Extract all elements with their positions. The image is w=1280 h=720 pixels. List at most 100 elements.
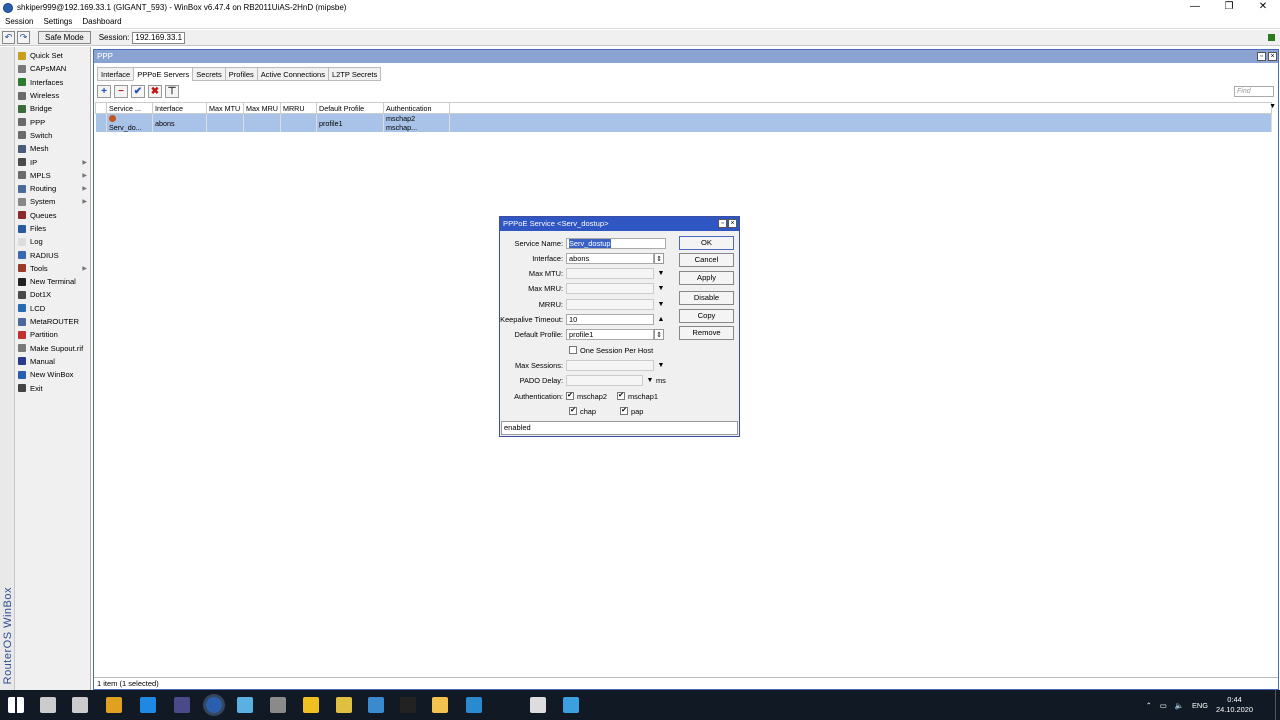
sidebar-item-manual[interactable]: Manual <box>16 355 91 368</box>
keepalive-input[interactable]: 10 <box>566 313 654 325</box>
cancel-button[interactable]: Cancel <box>679 253 734 267</box>
sidebar-item-ppp[interactable]: PPP <box>16 115 91 128</box>
tab-secrets[interactable]: Secrets <box>192 67 226 81</box>
copy-button[interactable]: Copy <box>679 309 734 323</box>
taskbar-app-7-icon[interactable] <box>303 697 319 713</box>
sidebar-item-system[interactable]: System ▶ <box>16 195 91 208</box>
taskbar-app-2-icon[interactable] <box>140 697 156 713</box>
taskbar-app-3-icon[interactable] <box>174 697 190 713</box>
add-button[interactable]: + <box>97 85 111 98</box>
show-desktop-button[interactable] <box>1275 690 1280 720</box>
filter-button[interactable]: ⊤ <box>165 85 179 98</box>
column-menu-arrow-icon[interactable]: ▼ <box>1269 103 1276 110</box>
sidebar-item-dot1x[interactable]: Dot1X <box>16 288 91 301</box>
taskbar-app-9-icon[interactable] <box>368 697 384 713</box>
pado-delay-dropdown-icon[interactable]: ▼ <box>645 375 655 386</box>
col-service[interactable]: Service ... <box>106 102 153 114</box>
close-button[interactable]: ✕ <box>1246 0 1280 15</box>
interface-dropdown-icon[interactable]: ⇕ <box>654 252 664 264</box>
sidebar-item-new-terminal[interactable]: New Terminal <box>16 275 91 288</box>
taskbar-explorer-icon[interactable] <box>432 697 448 713</box>
taskbar-winbox-icon[interactable] <box>206 697 222 713</box>
sidebar-item-lcd[interactable]: LCD <box>16 302 91 315</box>
taskbar-app-8-icon[interactable] <box>336 697 352 713</box>
pap-checkbox[interactable]: ✔ <box>620 407 628 415</box>
sidebar-item-queues[interactable]: Queues <box>16 209 91 222</box>
sidebar-item-capsman[interactable]: CAPsMAN <box>16 62 91 75</box>
dialog-titlebar[interactable]: PPPoE Service <Serv_dostup> ▫ × <box>500 217 739 231</box>
taskbar-app-10-icon[interactable] <box>400 697 416 713</box>
sidebar-item-ip[interactable]: IP ▶ <box>16 155 91 168</box>
max-sessions-dropdown-icon[interactable]: ▼ <box>656 360 666 371</box>
mschap2-checkbox[interactable]: ✔ <box>566 392 574 400</box>
sidebar-item-quick-set[interactable]: Quick Set <box>16 49 91 62</box>
keepalive-collapse-icon[interactable]: ▲ <box>656 314 666 325</box>
sidebar-item-routing[interactable]: Routing ▶ <box>16 182 91 195</box>
tab-interface[interactable]: Interface <box>97 67 135 81</box>
ppp-window-titlebar[interactable]: PPP ▫ × <box>94 50 1278 63</box>
menu-dashboard[interactable]: Dashboard <box>77 17 126 26</box>
taskbar-app-12-icon[interactable] <box>466 697 482 713</box>
tray-language[interactable]: ENG <box>1192 701 1208 710</box>
taskbar-app-5-icon[interactable] <box>237 697 253 713</box>
redo-button[interactable]: ↷ <box>17 31 30 44</box>
max-mru-input[interactable] <box>566 282 654 294</box>
mrru-dropdown-icon[interactable]: ▼ <box>656 299 666 310</box>
sidebar-item-mpls[interactable]: MPLS ▶ <box>16 169 91 182</box>
taskbar-start-icon[interactable] <box>8 697 24 713</box>
tab-active-connections[interactable]: Active Connections <box>256 67 329 81</box>
col-authentication[interactable]: Authentication <box>383 102 450 114</box>
sidebar-item-exit[interactable]: Exit <box>16 381 91 394</box>
sidebar-item-log[interactable]: Log <box>16 235 91 248</box>
sidebar-item-new-winbox[interactable]: New WinBox <box>16 368 91 381</box>
taskbar-task-view-icon[interactable] <box>72 697 88 713</box>
sidebar-item-switch[interactable]: Switch <box>16 129 91 142</box>
tray-chevron-icon[interactable]: ⌃ <box>1146 701 1152 710</box>
tab-pppoe-servers[interactable]: PPPoE Servers <box>133 67 194 81</box>
default-profile-dropdown-icon[interactable]: ⇕ <box>654 328 664 340</box>
sidebar-item-partition[interactable]: Partition <box>16 328 91 341</box>
remove-button[interactable]: − <box>114 85 128 98</box>
disable-button[interactable]: ✖ <box>148 85 162 98</box>
tab-profiles[interactable]: Profiles <box>224 67 258 81</box>
pado-delay-input[interactable] <box>566 374 643 386</box>
taskbar-chrome-icon[interactable] <box>106 697 122 713</box>
sidebar-item-make-supout-rif[interactable]: Make Supout.rif <box>16 342 91 355</box>
mrru-input[interactable] <box>566 298 654 310</box>
menu-session[interactable]: Session <box>0 17 38 26</box>
ppp-close-button[interactable]: × <box>1268 52 1277 61</box>
tab-l2tp-secrets[interactable]: L2TP Secrets <box>327 67 382 81</box>
sidebar-item-mesh[interactable]: Mesh <box>16 142 91 155</box>
ok-button[interactable]: OK <box>679 236 734 250</box>
apply-button[interactable]: Apply <box>679 271 734 285</box>
sidebar-item-tools[interactable]: Tools ▶ <box>16 262 91 275</box>
undo-button[interactable]: ↶ <box>2 31 15 44</box>
remove-button[interactable]: Remove <box>679 326 734 340</box>
taskbar-app-14-icon[interactable] <box>563 697 579 713</box>
max-sessions-input[interactable] <box>566 359 654 371</box>
one-session-checkbox[interactable] <box>569 346 577 354</box>
sidebar-item-bridge[interactable]: Bridge <box>16 102 91 115</box>
interface-select[interactable]: abons <box>566 252 654 264</box>
safe-mode-button[interactable]: Safe Mode <box>38 31 91 44</box>
sidebar-item-wireless[interactable]: Wireless <box>16 89 91 102</box>
dialog-close-button[interactable]: × <box>728 219 737 228</box>
max-mru-dropdown-icon[interactable]: ▼ <box>656 283 666 294</box>
sidebar-item-interfaces[interactable]: Interfaces <box>16 76 91 89</box>
maximize-button[interactable]: ❐ <box>1212 0 1246 15</box>
taskbar-settings-icon[interactable] <box>530 697 546 713</box>
table-row[interactable]: Serv_do... abons profile1 mschap2 mschap… <box>95 113 1272 132</box>
col-interface[interactable]: Interface <box>152 102 207 114</box>
default-profile-select[interactable]: profile1 <box>566 328 654 340</box>
network-icon[interactable]: ▭ <box>1160 701 1167 710</box>
volume-icon[interactable]: 🔈 <box>1175 701 1184 710</box>
menu-settings[interactable]: Settings <box>38 17 77 26</box>
taskbar-search-icon[interactable] <box>40 697 56 713</box>
session-field[interactable]: 192.169.33.1 <box>132 31 186 44</box>
dialog-maximize-button[interactable]: ▫ <box>718 219 727 228</box>
mschap1-checkbox[interactable]: ✔ <box>617 392 625 400</box>
col-mrru[interactable]: MRRU <box>280 102 317 114</box>
col-max-mru[interactable]: Max MRU <box>243 102 281 114</box>
taskbar-app-6-icon[interactable] <box>270 697 286 713</box>
ppp-maximize-button[interactable]: ▫ <box>1257 52 1266 61</box>
